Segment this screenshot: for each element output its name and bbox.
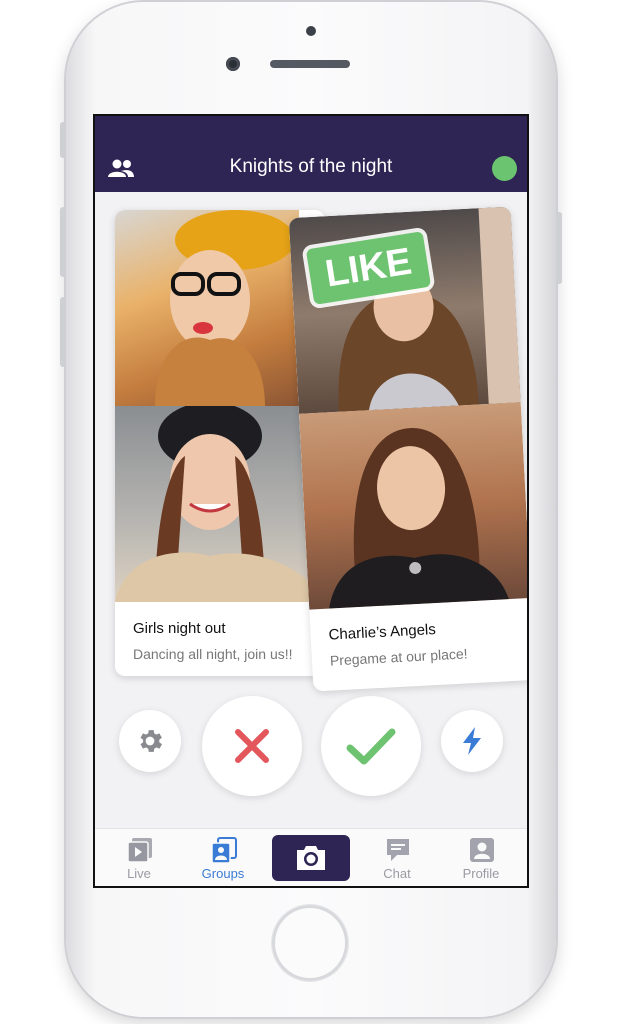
tab-camera[interactable] xyxy=(272,835,350,881)
boost-button[interactable] xyxy=(441,710,503,772)
lightning-icon xyxy=(463,727,481,755)
close-icon xyxy=(235,729,269,763)
tab-label: Profile xyxy=(462,866,500,881)
tab-groups[interactable]: Groups xyxy=(183,829,263,886)
card-subtitle: Pregame at our place! xyxy=(329,645,468,669)
power-button xyxy=(556,212,562,284)
member-photo xyxy=(115,210,299,406)
home-button[interactable] xyxy=(272,905,348,981)
portrait-image xyxy=(115,406,325,602)
proximity-sensor xyxy=(306,26,316,36)
front-camera xyxy=(226,57,240,71)
dislike-button[interactable] xyxy=(202,696,302,796)
tab-label: Live xyxy=(127,866,151,881)
member-photo xyxy=(299,402,527,610)
groups-icon xyxy=(211,837,237,864)
gear-icon xyxy=(140,730,162,752)
tab-chat[interactable]: Chat xyxy=(357,829,437,886)
check-icon xyxy=(346,728,396,765)
app-header: Knights of the night xyxy=(95,116,527,192)
page-title: Knights of the night xyxy=(229,156,393,177)
like-button[interactable] xyxy=(321,696,421,796)
group-card-charlies-angels[interactable]: LIKE Charlie’s Angels Pregame at our pla… xyxy=(288,206,527,692)
camera-icon xyxy=(297,846,325,870)
card-subtitle: Dancing all night, join us!! xyxy=(133,646,293,662)
profile-icon xyxy=(470,838,494,862)
card-title: Charlie’s Angels xyxy=(328,621,437,644)
member-photo xyxy=(115,406,325,602)
mute-switch xyxy=(60,122,66,158)
portrait-image xyxy=(155,210,295,406)
portrait-image xyxy=(329,428,509,609)
app-screen: Knights of the night Girls night out Dan… xyxy=(93,114,529,888)
earpiece-speaker xyxy=(270,60,350,68)
tab-profile[interactable]: Profile xyxy=(441,829,521,886)
volume-up-button xyxy=(60,207,66,277)
tab-live[interactable]: Live xyxy=(99,829,179,886)
bottom-tab-bar: Live Groups Chat Profile xyxy=(95,828,527,886)
tab-label: Groups xyxy=(201,866,245,881)
chat-icon xyxy=(387,839,409,861)
online-status-indicator xyxy=(492,156,517,181)
tab-label: Chat xyxy=(383,866,411,881)
video-icon xyxy=(127,838,152,863)
card-title: Girls night out xyxy=(133,620,226,637)
volume-down-button xyxy=(60,297,66,367)
settings-button[interactable] xyxy=(119,710,181,772)
member-photo: LIKE xyxy=(288,206,521,414)
